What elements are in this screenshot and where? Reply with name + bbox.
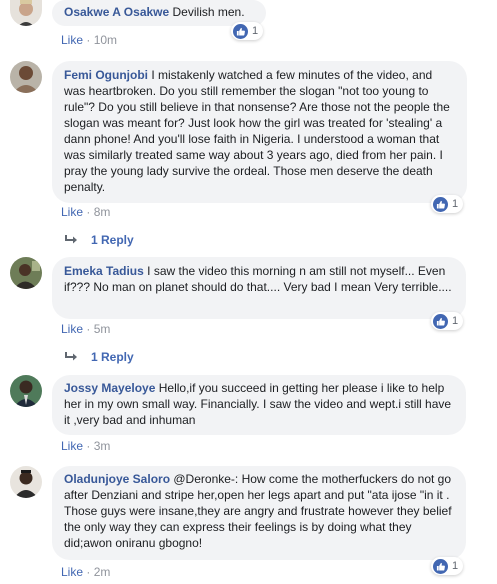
thumbs-up-icon bbox=[433, 313, 448, 329]
comment-author[interactable]: Osakwe A Osakwe bbox=[64, 5, 169, 19]
timestamp[interactable]: 8m bbox=[94, 205, 111, 219]
view-replies-link[interactable]: 1 Reply bbox=[65, 350, 134, 364]
avatar-image bbox=[10, 0, 42, 26]
separator: · bbox=[86, 33, 91, 47]
avatar-image bbox=[10, 61, 42, 93]
thumbs-up-icon bbox=[233, 23, 248, 39]
comment-actions: Like · 2m bbox=[61, 565, 110, 579]
reaction-count: 1 bbox=[452, 315, 459, 327]
like-button[interactable]: Like bbox=[61, 205, 83, 219]
comment-actions: Like · 3m bbox=[61, 439, 110, 453]
avatar[interactable] bbox=[10, 0, 42, 26]
thumbs-up-icon bbox=[433, 196, 448, 212]
thumbs-up-icon bbox=[433, 558, 448, 574]
like-button[interactable]: Like bbox=[61, 565, 83, 579]
comment-actions: Like · 5m bbox=[61, 322, 110, 336]
comment-author[interactable]: Jossy Mayeloye bbox=[64, 381, 155, 395]
timestamp[interactable]: 2m bbox=[94, 565, 111, 579]
view-replies-link[interactable]: 1 Reply bbox=[65, 233, 134, 247]
comment-text: Devilish men. bbox=[172, 5, 245, 19]
reaction-count: 1 bbox=[252, 25, 259, 37]
reaction-summary[interactable]: 1 bbox=[431, 195, 464, 213]
replies-count-label[interactable]: 1 Reply bbox=[91, 350, 134, 364]
comment-bubble: Jossy Mayeloye Hello,if you succeed in g… bbox=[52, 375, 466, 435]
comment-bubble: Oladunjoye Saloro @Deronke-: How come th… bbox=[52, 466, 466, 560]
separator: · bbox=[86, 439, 91, 453]
avatar[interactable] bbox=[10, 61, 42, 93]
replies-count-label[interactable]: 1 Reply bbox=[91, 233, 134, 247]
comment-author[interactable]: Emeka Tadius bbox=[64, 264, 144, 278]
reply-arrow-icon bbox=[65, 235, 77, 244]
comment-actions: Like · 8m bbox=[61, 205, 110, 219]
comment-bubble: Emeka Tadius I saw the video this mornin… bbox=[52, 257, 466, 319]
like-button[interactable]: Like bbox=[61, 439, 83, 453]
timestamp[interactable]: 3m bbox=[94, 439, 111, 453]
separator: · bbox=[86, 565, 91, 579]
comment-author[interactable]: Oladunjoye Saloro bbox=[64, 472, 170, 486]
reaction-count: 1 bbox=[452, 560, 459, 572]
reaction-summary[interactable]: 1 bbox=[431, 312, 464, 330]
avatar-image bbox=[10, 257, 42, 289]
comment-author[interactable]: Femi Ogunjobi bbox=[64, 68, 148, 82]
avatar[interactable] bbox=[10, 257, 42, 289]
timestamp[interactable]: 5m bbox=[94, 322, 111, 336]
avatar[interactable] bbox=[10, 466, 42, 498]
comment-actions: Like · 10m bbox=[61, 33, 117, 47]
reply-arrow-icon bbox=[65, 352, 77, 361]
comment-text: I mistakenly watched a few minutes of th… bbox=[64, 68, 450, 194]
reaction-summary[interactable]: 1 bbox=[231, 22, 264, 40]
reaction-summary[interactable]: 1 bbox=[431, 557, 464, 575]
separator: · bbox=[86, 205, 91, 219]
comment-bubble: Osakwe A Osakwe Devilish men. bbox=[52, 0, 266, 26]
avatar-image bbox=[10, 466, 42, 498]
avatar-image bbox=[10, 375, 42, 407]
reaction-count: 1 bbox=[452, 198, 459, 210]
separator: · bbox=[86, 322, 91, 336]
avatar[interactable] bbox=[10, 375, 42, 407]
like-button[interactable]: Like bbox=[61, 33, 83, 47]
comment-bubble: Femi Ogunjobi I mistakenly watched a few… bbox=[52, 61, 467, 203]
like-button[interactable]: Like bbox=[61, 322, 83, 336]
timestamp[interactable]: 10m bbox=[94, 33, 117, 47]
